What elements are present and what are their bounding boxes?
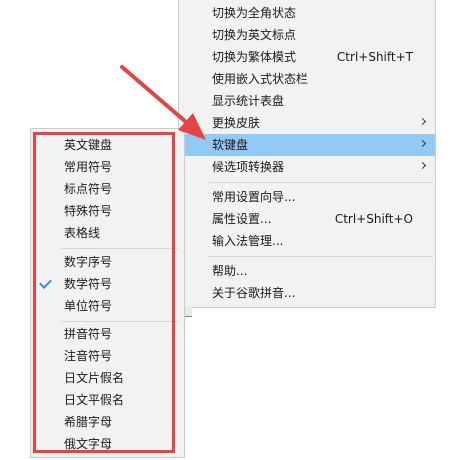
submenu-item-common-symbols[interactable]: 常用符号	[31, 156, 184, 178]
menu-item-label: 帮助...	[212, 264, 248, 278]
submenu-item-label: 单位符号	[64, 299, 113, 313]
submenu-item-label: 数学符号	[64, 277, 113, 291]
menu-item-label: 软键盘	[212, 138, 249, 152]
menu-item-label: 切换为英文标点	[212, 28, 297, 42]
checkmark-icon	[39, 276, 52, 289]
menu-item-fullwidth[interactable]: 切换为全角状态	[179, 2, 435, 24]
soft-keyboard-submenu: 英文键盘 常用符号 标点符号 特殊符号 表格线 数字序号 数学符号 单位符号 拼…	[30, 128, 185, 458]
submenu-item-greek[interactable]: 希腊字母	[31, 411, 184, 433]
menu-item-label: 输入法管理...	[212, 234, 284, 248]
menu-item-label: 显示统计表盘	[212, 94, 285, 108]
menu-item-english-punctuation[interactable]: 切换为英文标点	[179, 24, 435, 46]
menu-separator	[209, 182, 433, 183]
menu-item-candidate-converter[interactable]: 候选项转换器	[179, 156, 435, 178]
submenu-item-label: 特殊符号	[64, 204, 113, 218]
menu-item-ime-manager[interactable]: 输入法管理...	[179, 230, 435, 252]
menu-item-label: 切换为繁体模式	[212, 50, 297, 64]
submenu-item-label: 常用符号	[64, 160, 113, 174]
menu-item-properties[interactable]: 属性设置... Ctrl+Shift+O	[179, 208, 435, 230]
chevron-right-icon	[418, 117, 427, 126]
menu-item-change-skin[interactable]: 更换皮肤	[179, 112, 435, 134]
submenu-separator	[61, 248, 178, 249]
submenu-item-label: 注音符号	[64, 349, 113, 363]
submenu-item-label: 希腊字母	[64, 415, 113, 429]
menu-item-label: 属性设置...	[212, 212, 272, 226]
submenu-item-pinyin-symbols[interactable]: 拼音符号	[31, 323, 184, 345]
submenu-item-label: 英文键盘	[64, 138, 113, 152]
submenu-item-label: 数字序号	[64, 255, 113, 269]
chevron-right-icon	[418, 161, 427, 170]
shortcut-label: Ctrl+Shift+T	[336, 50, 413, 64]
submenu-item-label: 拼音符号	[64, 327, 113, 341]
chevron-right-icon	[418, 139, 427, 148]
submenu-item-math-symbols[interactable]: 数学符号	[31, 273, 184, 295]
submenu-item-label: 日文片假名	[64, 371, 125, 385]
menu-item-about[interactable]: 关于谷歌拼音...	[179, 282, 435, 304]
menu-item-label: 使用嵌入式状态栏	[212, 72, 309, 86]
submenu-item-label: 日文平假名	[64, 393, 125, 407]
menu-item-help[interactable]: 帮助...	[179, 260, 435, 282]
submenu-item-unit-symbols[interactable]: 单位符号	[31, 295, 184, 317]
submenu-item-table-lines[interactable]: 表格线	[31, 222, 184, 244]
submenu-item-label: 俄文字母	[64, 437, 113, 451]
submenu-item-cyrillic[interactable]: 俄文字母	[31, 433, 184, 455]
submenu-item-zhuyin-symbols[interactable]: 注音符号	[31, 345, 184, 367]
menu-separator	[209, 256, 433, 257]
menu-item-label: 关于谷歌拼音...	[212, 286, 296, 300]
shortcut-label: Ctrl+Shift+O	[334, 212, 413, 226]
menu-item-setup-wizard[interactable]: 常用设置向导...	[179, 186, 435, 208]
menu-item-label: 候选项转换器	[212, 160, 285, 174]
menu-item-label: 更换皮肤	[212, 116, 261, 130]
menu-item-label: 切换为全角状态	[212, 6, 297, 20]
menu-item-stats-panel[interactable]: 显示统计表盘	[179, 90, 435, 112]
menu-item-embedded-statusbar[interactable]: 使用嵌入式状态栏	[179, 68, 435, 90]
submenu-item-katakana[interactable]: 日文片假名	[31, 367, 184, 389]
submenu-item-label: 表格线	[64, 226, 101, 240]
context-menu: 切换为全角状态 切换为英文标点 切换为繁体模式 Ctrl+Shift+T 使用嵌入…	[178, 0, 436, 308]
menu-item-label: 常用设置向导...	[212, 190, 296, 204]
submenu-item-number-ordinals[interactable]: 数字序号	[31, 251, 184, 273]
submenu-item-label: 标点符号	[64, 182, 113, 196]
submenu-item-special-symbols[interactable]: 特殊符号	[31, 200, 184, 222]
submenu-item-english-keyboard[interactable]: 英文键盘	[31, 134, 184, 156]
menu-item-traditional-mode[interactable]: 切换为繁体模式 Ctrl+Shift+T	[179, 46, 435, 68]
menu-item-soft-keyboard[interactable]: 软键盘	[179, 134, 435, 156]
submenu-item-punctuation[interactable]: 标点符号	[31, 178, 184, 200]
submenu-separator	[61, 321, 178, 322]
submenu-item-hiragana[interactable]: 日文平假名	[31, 389, 184, 411]
